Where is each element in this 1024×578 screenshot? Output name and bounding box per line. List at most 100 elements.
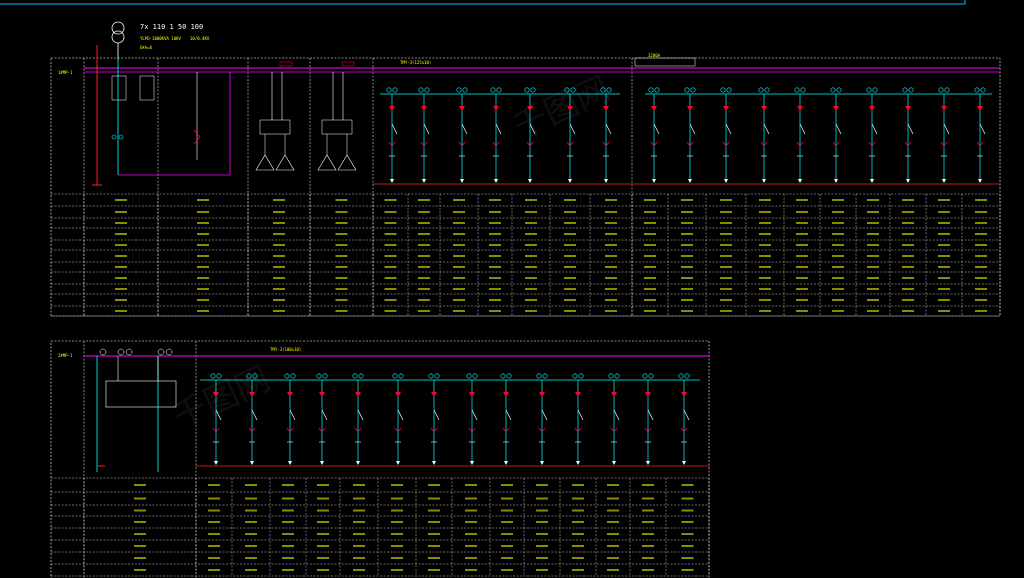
cell-mark <box>489 266 501 268</box>
cell-mark <box>418 211 430 213</box>
cell-mark <box>902 299 914 301</box>
arrow <box>528 179 532 183</box>
feeder <box>678 373 690 465</box>
cell-mark <box>605 299 617 301</box>
cell-mark <box>134 521 146 523</box>
cell-mark <box>197 310 209 312</box>
switch-blade <box>397 409 404 421</box>
cell-mark <box>353 509 365 512</box>
ct-coil <box>316 373 322 379</box>
cell-mark <box>681 533 694 535</box>
cell-mark <box>335 233 348 235</box>
cell-mark <box>465 521 477 523</box>
cell-mark <box>353 497 365 500</box>
diagram-1: 1#MP-1 TMY-3(125x10) 3200A <box>50 45 1001 317</box>
cell-mark <box>572 497 584 500</box>
feeder <box>938 87 950 183</box>
feeder <box>536 373 548 465</box>
cell-mark <box>605 222 617 224</box>
cell-mark <box>208 497 220 500</box>
cell-mark <box>197 288 209 290</box>
cell-mark <box>428 557 440 559</box>
feeder <box>608 373 620 465</box>
ct-coil <box>690 87 696 93</box>
cell-mark <box>975 310 987 312</box>
ct-coil <box>490 87 496 93</box>
cell-mark <box>607 497 619 500</box>
arrow <box>906 179 910 183</box>
ct-coil <box>392 373 398 379</box>
cell-mark <box>489 211 501 213</box>
switch-blade <box>391 123 398 135</box>
cell-mark <box>938 244 950 246</box>
ct-coil <box>386 87 392 93</box>
switch-blade <box>357 409 364 421</box>
arrow <box>288 461 292 465</box>
diagram-2-row-header: 2#MP-1 <box>58 353 73 358</box>
cell-mark <box>536 533 548 535</box>
cell-mark <box>902 222 914 224</box>
diagram-2-frame <box>50 340 710 578</box>
cell-mark <box>317 484 329 486</box>
feeder <box>642 373 654 465</box>
drawing-frame-top <box>0 0 966 5</box>
cell-mark <box>197 222 209 224</box>
cell-mark <box>644 288 656 290</box>
cell-mark <box>489 199 501 201</box>
ats-section <box>96 348 177 472</box>
cell-mark <box>489 310 501 312</box>
cell-mark <box>644 277 656 279</box>
cell-mark <box>245 509 257 512</box>
cell-mark <box>832 310 844 312</box>
cell-mark <box>564 199 576 201</box>
breaker-mark <box>645 392 651 397</box>
feeder <box>284 373 296 465</box>
cell-mark <box>525 222 537 224</box>
cell-mark <box>607 557 619 559</box>
cell-mark <box>501 545 513 547</box>
cell-mark <box>317 509 329 512</box>
cell-mark <box>391 557 403 559</box>
ct-coil <box>720 87 726 93</box>
switch-blade <box>433 409 440 421</box>
cell-mark <box>642 557 654 559</box>
cell-mark <box>525 244 537 246</box>
cell-mark <box>605 211 617 213</box>
cell-mark <box>384 310 397 312</box>
cell-mark <box>796 255 808 257</box>
ct-coil <box>678 373 684 379</box>
cell-mark <box>938 211 950 213</box>
cell-mark <box>208 533 220 535</box>
cell-mark <box>832 211 844 213</box>
cell-mark <box>975 266 987 268</box>
cell-mark <box>536 497 548 500</box>
cell-mark <box>418 244 430 246</box>
arrow <box>798 179 802 183</box>
switch-blade <box>763 123 770 135</box>
cell-mark <box>564 244 576 246</box>
arrow <box>540 461 544 465</box>
switch-blade <box>979 123 986 135</box>
cell-mark <box>572 484 584 486</box>
cell-mark <box>489 255 501 257</box>
cell-mark <box>720 299 732 301</box>
cell-mark <box>317 533 329 535</box>
cell-mark <box>605 288 617 290</box>
cell-mark <box>681 288 693 290</box>
cell-mark <box>134 545 146 547</box>
breaker-mark <box>761 106 767 111</box>
cell-mark <box>317 545 329 547</box>
incomer-section <box>92 45 231 186</box>
diagram-2-feeders <box>200 373 700 465</box>
cell-mark <box>605 255 617 257</box>
cell-mark <box>282 509 294 512</box>
cell-mark <box>489 288 501 290</box>
feeder <box>500 373 512 465</box>
ct-coil <box>352 373 358 379</box>
ct-coil <box>500 373 506 379</box>
cell-mark <box>681 484 694 486</box>
cell-mark <box>273 266 285 268</box>
capacitor-section-2 <box>317 61 357 171</box>
ct-coil <box>496 87 502 93</box>
cell-mark <box>245 533 257 535</box>
